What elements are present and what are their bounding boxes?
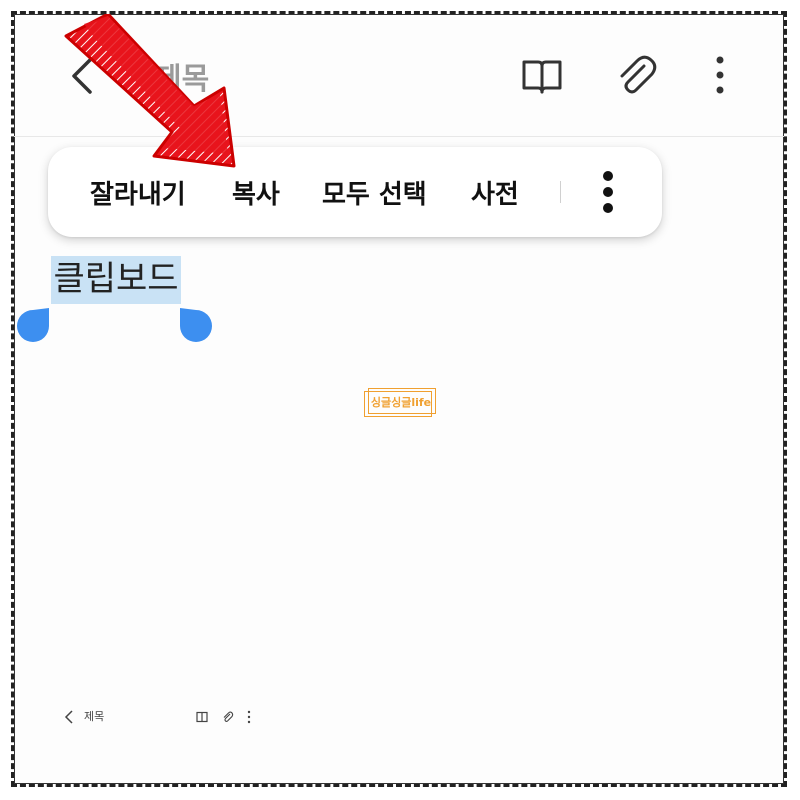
paperclip-icon <box>223 711 234 722</box>
text-context-menu: 잘라내기 복사 모두 선택 사전 <box>48 147 662 237</box>
cut-menu-item[interactable]: 잘라내기 <box>90 174 186 211</box>
more-vertical-icon <box>247 710 251 724</box>
selection-end-handle[interactable] <box>178 308 214 344</box>
chevron-left-icon <box>64 710 73 724</box>
reader-mode-button[interactable] <box>520 54 564 98</box>
dictionary-menu-item[interactable]: 사전 <box>471 174 519 211</box>
chevron-left-icon <box>72 58 92 94</box>
screenshot-frame: 제목 잘라내기 복사 모두 선택 사전 클립보드 싱글싱글life 제목 <box>11 11 787 787</box>
mini-title: 제목 <box>84 710 105 723</box>
mini-toolbar-preview: 제목 <box>60 706 270 726</box>
context-menu-more-button[interactable] <box>594 169 622 215</box>
watermark-text: 싱글싱글life <box>370 396 432 409</box>
menu-divider <box>560 181 561 203</box>
more-vertical-icon <box>716 56 724 94</box>
more-options-button[interactable] <box>698 54 742 98</box>
attach-button[interactable] <box>614 54 658 98</box>
more-vertical-icon <box>603 171 613 213</box>
book-open-icon <box>196 711 208 723</box>
app-top-bar: 제목 <box>14 14 784 137</box>
watermark: 싱글싱글life <box>364 388 436 417</box>
book-open-icon <box>522 60 562 94</box>
paperclip-icon <box>620 55 657 94</box>
back-button[interactable] <box>64 54 104 98</box>
page-title: 제목 <box>154 62 210 97</box>
selected-text[interactable]: 클립보드 <box>51 256 181 304</box>
select-all-menu-item[interactable]: 모두 선택 <box>322 174 427 211</box>
selection-start-handle[interactable] <box>15 308 51 344</box>
copy-menu-item[interactable]: 복사 <box>232 174 280 211</box>
